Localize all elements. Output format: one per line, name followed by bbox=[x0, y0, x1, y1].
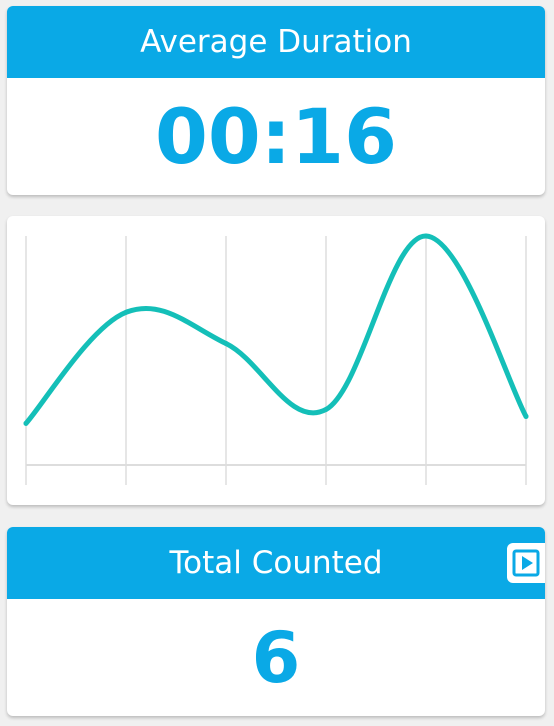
play-icon bbox=[512, 549, 540, 577]
average-duration-card: Average Duration 00:16 bbox=[7, 6, 545, 195]
total-counted-title: Total Counted bbox=[169, 545, 383, 581]
data-point bbox=[423, 233, 429, 239]
data-point bbox=[223, 341, 229, 347]
average-duration-header: Average Duration bbox=[7, 6, 545, 78]
line-chart-card bbox=[7, 216, 545, 505]
data-point bbox=[23, 420, 29, 426]
data-point bbox=[123, 309, 129, 315]
series-line bbox=[23, 233, 529, 426]
average-duration-title: Average Duration bbox=[140, 24, 412, 60]
data-point bbox=[323, 406, 329, 412]
total-counted-value: 6 bbox=[251, 616, 301, 699]
average-duration-value: 00:16 bbox=[155, 91, 397, 181]
total-counted-card: Total Counted 6 bbox=[7, 527, 545, 716]
line-chart bbox=[23, 233, 529, 485]
play-button[interactable] bbox=[507, 543, 545, 583]
total-counted-header: Total Counted bbox=[7, 527, 545, 599]
data-point bbox=[523, 413, 529, 419]
